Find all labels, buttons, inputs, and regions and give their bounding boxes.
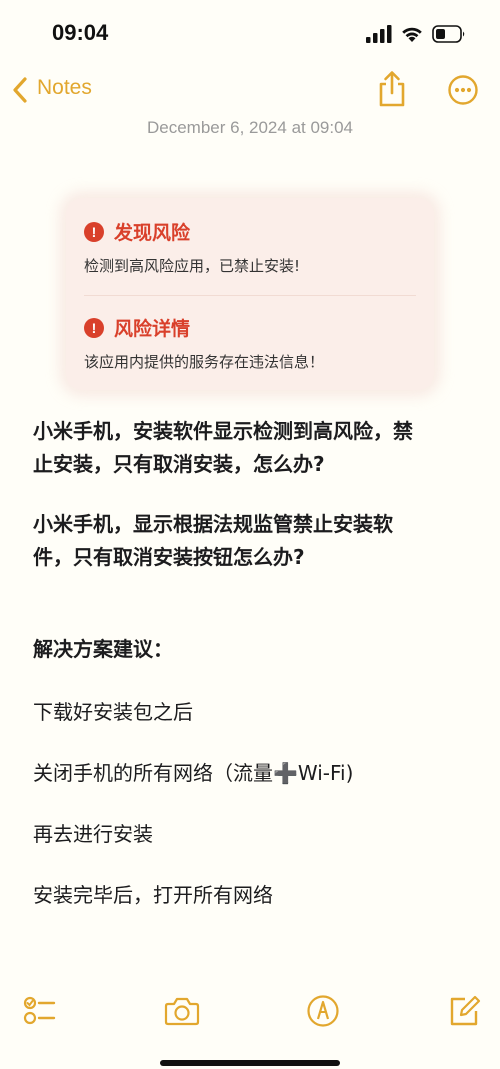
alert-title-row: ! 发现风险: [84, 218, 300, 245]
note-line: 止安装，只有取消安装，怎么办?: [33, 452, 325, 476]
wifi-icon: [402, 27, 422, 42]
home-indicator[interactable]: [160, 1060, 340, 1066]
note-question-1[interactable]: 小米手机，安装软件显示检测到高风险，禁 止安装，只有取消安装，怎么办?: [33, 415, 473, 481]
exclamation-circle-icon: !: [84, 221, 104, 242]
exclamation-circle-icon: !: [84, 317, 104, 338]
note-step[interactable]: 再去进行安装: [33, 818, 473, 851]
bottom-toolbar: [0, 980, 500, 1040]
alert-title-row: ! 风险详情: [84, 314, 324, 341]
alert-card-image: ! 发现风险 检测到高风险应用，已禁止安装! ! 风险详情 该应用内提供的服务存…: [66, 198, 434, 390]
alert-section-1: ! 发现风险 检测到高风险应用，已禁止安装!: [84, 218, 300, 276]
note-step[interactable]: 关闭手机的所有网络（流量➕Wi-Fi): [33, 757, 473, 790]
checklist-icon[interactable]: [22, 994, 56, 1028]
note-step[interactable]: 安装完毕后，打开所有网络: [33, 879, 473, 912]
alert-section-2: ! 风险详情 该应用内提供的服务存在违法信息！: [84, 314, 324, 372]
more-icon[interactable]: [447, 74, 479, 106]
note-line: 小米手机，显示根据法规监管禁止安装软: [33, 512, 393, 536]
back-button[interactable]: Notes: [37, 76, 92, 100]
note-step[interactable]: 下载好安装包之后: [33, 696, 473, 729]
status-time: 09:04: [52, 20, 109, 45]
camera-icon[interactable]: [164, 994, 200, 1028]
note-question-2[interactable]: 小米手机，显示根据法规监管禁止安装软 件，只有取消安装按钮怎么办?: [33, 508, 473, 574]
share-icon[interactable]: [376, 70, 408, 108]
alert-message: 该应用内提供的服务存在违法信息！: [84, 353, 325, 371]
note-line: 小米手机，安装软件显示检测到高风险，禁: [33, 419, 413, 443]
battery-icon: [432, 25, 465, 43]
status-icons: [366, 24, 466, 44]
status-bar: 09:04: [0, 0, 500, 66]
note-heading[interactable]: 解决方案建议：: [33, 633, 473, 666]
alert-title: 发现风险: [114, 222, 191, 244]
alert-divider: [84, 295, 416, 296]
markup-pen-icon[interactable]: [306, 994, 340, 1028]
alert-message: 检测到高风险应用，已禁止安装!: [84, 257, 301, 275]
note-date: December 6, 2024 at 09:04: [146, 118, 354, 137]
alert-title: 风险详情: [114, 318, 191, 340]
note-line: 件，只有取消安装按钮怎么办?: [33, 545, 305, 569]
chevron-left-icon[interactable]: [10, 76, 30, 104]
nav-bar: Notes: [0, 66, 500, 114]
compose-icon[interactable]: [447, 994, 481, 1028]
cellular-signal-icon: [366, 25, 392, 43]
